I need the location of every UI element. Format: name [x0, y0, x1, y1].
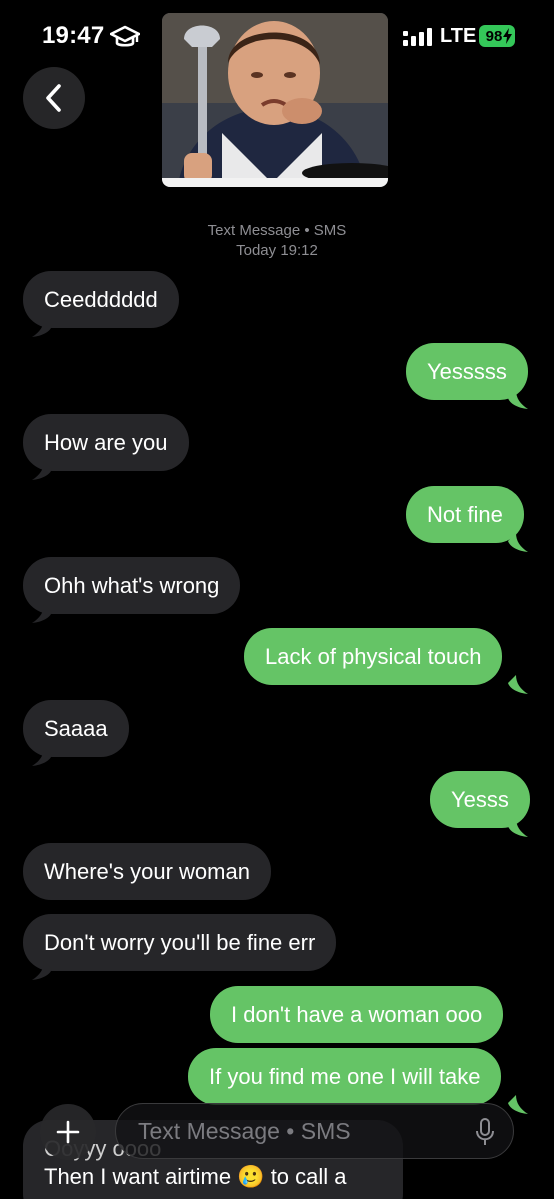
contact-photo-icon — [162, 13, 388, 187]
charging-bolt-icon — [503, 28, 512, 44]
conversation-date: Today 19:12 — [236, 242, 318, 259]
bubble-tail — [508, 390, 528, 409]
signal-strength-icon — [403, 28, 432, 46]
message-bubble-incoming[interactable]: Ohh what's wrong — [23, 557, 241, 614]
bubble-tail — [508, 818, 528, 837]
battery-level: 98 — [485, 27, 503, 45]
add-attachment-button[interactable] — [40, 1104, 96, 1160]
message-bubble-outgoing[interactable]: I don't have a woman ooo — [210, 986, 504, 1043]
message-bubble-outgoing[interactable]: Lack of physical touch — [244, 628, 503, 685]
contact-avatar[interactable] — [162, 13, 388, 187]
message-bubble-outgoing[interactable]: Not fine — [406, 486, 524, 543]
bubble-tail — [32, 461, 52, 480]
bubble-tail — [508, 1095, 528, 1114]
bubble-tail — [32, 747, 52, 766]
message-bubble-incoming[interactable]: Where's your woman — [23, 843, 271, 900]
status-time: 19:47 — [42, 22, 105, 49]
bubble-tail — [32, 961, 52, 980]
battery-indicator: 98 — [479, 25, 515, 47]
bubble-tail — [508, 675, 528, 694]
bubble-tail — [32, 318, 52, 337]
message-input-placeholder: Text Message • SMS — [138, 1118, 351, 1144]
back-button[interactable] — [23, 67, 85, 129]
bubble-tail — [508, 533, 528, 552]
microphone-icon[interactable] — [475, 1118, 495, 1146]
message-bubble-outgoing[interactable]: If you find me one I will take — [188, 1048, 502, 1105]
bubble-tail — [32, 604, 52, 623]
service-label: Text Message • SMS — [207, 222, 347, 239]
chevron-left-icon — [46, 84, 61, 112]
message-bubble-incoming[interactable]: Don't worry you'll be fine err — [23, 914, 337, 971]
graduation-cap-icon — [110, 25, 140, 47]
plus-icon — [56, 1120, 80, 1144]
network-type: LTE — [440, 25, 477, 47]
message-text-line: Then I want airtime 🥲 to call a — [44, 1164, 347, 1189]
message-input[interactable]: Text Message • SMS — [115, 1103, 514, 1159]
